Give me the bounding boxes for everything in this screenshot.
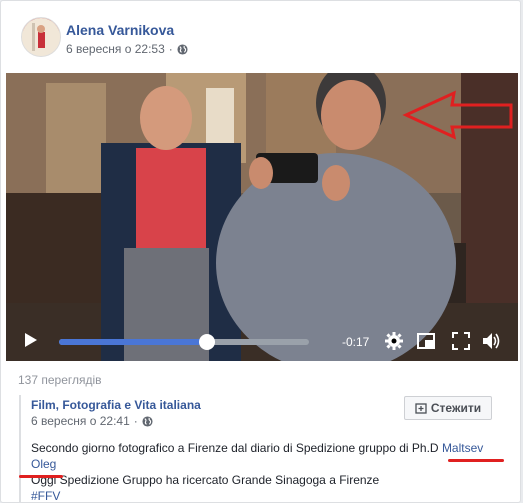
- line1-text: Secondo giorno fotografico a Firenze dal…: [31, 441, 442, 455]
- shared-page-name[interactable]: Film, Fotografia e Vita italiana: [31, 398, 201, 412]
- fullscreen-icon[interactable]: [451, 331, 471, 351]
- post-timestamp[interactable]: 6 вересня о 22:53: [66, 42, 165, 56]
- follow-label: Стежити: [430, 401, 482, 415]
- red-underline-mark: [19, 475, 63, 478]
- globe-icon[interactable]: [177, 43, 188, 55]
- post-meta: 6 вересня о 22:53 ·: [66, 42, 188, 56]
- separator: ·: [168, 42, 173, 56]
- time-remaining: -0:17: [342, 335, 370, 349]
- view-count: 137 переглядів: [18, 373, 102, 387]
- shared-meta: 6 вересня о 22:41 ·: [31, 414, 153, 428]
- settings-gear-icon[interactable]: [384, 331, 404, 351]
- video-frame: [6, 73, 518, 361]
- follow-icon: [415, 403, 427, 414]
- text-line-2: Oleg: [31, 456, 501, 472]
- progress-fill: [59, 339, 207, 345]
- play-icon[interactable]: [23, 332, 39, 348]
- progress-handle[interactable]: [198, 334, 215, 350]
- post-card: Alena Varnikova 6 вересня о 22:53 · -0:1…: [0, 0, 521, 503]
- shared-post: Film, Fotografia e Vita italiana 6 верес…: [19, 395, 505, 502]
- text-line-1: Secondo giorno fotografico a Firenze dal…: [31, 440, 501, 456]
- post-header: Alena Varnikova 6 вересня о 22:53 ·: [1, 1, 520, 67]
- separator: ·: [133, 414, 138, 428]
- shared-post-text: Secondo giorno fotografico a Firenze dal…: [31, 440, 501, 502]
- video-player[interactable]: -0:17: [6, 73, 518, 361]
- text-line-3: Oggi Spedizione Gruppo ha ricercato Gran…: [31, 473, 380, 487]
- volume-icon[interactable]: [481, 331, 501, 351]
- globe-icon[interactable]: [142, 415, 153, 427]
- mention-oleg[interactable]: Oleg: [31, 457, 56, 471]
- video-controls: -0:17: [6, 320, 518, 361]
- progress-bar[interactable]: [59, 334, 309, 350]
- author-name[interactable]: Alena Varnikova: [66, 22, 174, 38]
- shared-timestamp[interactable]: 6 вересня о 22:41: [31, 414, 130, 428]
- follow-button[interactable]: Стежити: [404, 396, 492, 420]
- author-avatar[interactable]: [21, 17, 61, 57]
- red-underline-mark: [448, 459, 504, 462]
- mention-maltsev[interactable]: Maltsev: [442, 441, 483, 455]
- pip-icon[interactable]: [416, 331, 436, 351]
- hashtag[interactable]: #FFV: [31, 488, 501, 502]
